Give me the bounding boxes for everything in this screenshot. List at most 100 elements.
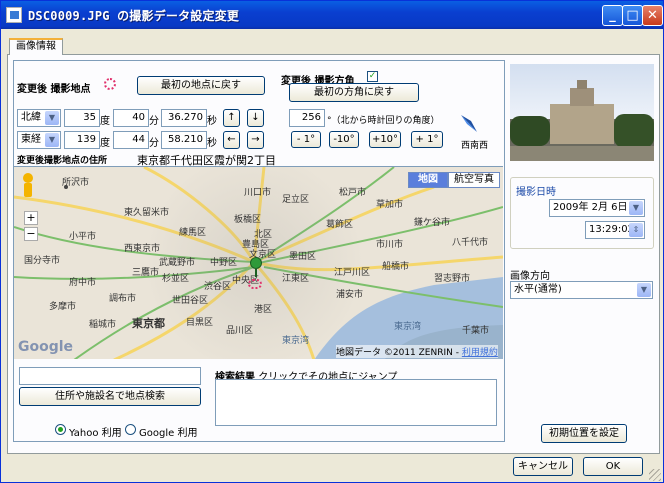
unit-sec-label: 秒	[207, 116, 217, 127]
direction-note: °（北から時計回りの角度）	[327, 116, 440, 126]
lat-min-field[interactable]: 40	[113, 109, 149, 127]
map-mode-tab[interactable]: 地図	[408, 172, 448, 188]
place-label: 足立区	[282, 195, 310, 205]
chevron-down-icon: ▼	[45, 111, 59, 125]
place-label: 江東区	[282, 274, 310, 284]
map-view[interactable]: 所沢市 東久留米市 小平市 国分寺市 府中市 多摩市 稲城市 調布市 三鷹市 武…	[14, 166, 503, 359]
place-label: 中野区	[210, 258, 238, 268]
minimize-button[interactable]: _	[602, 5, 623, 26]
place-label: 川口市	[244, 188, 272, 198]
search-input[interactable]	[19, 367, 201, 385]
place-label: 千葉市	[462, 326, 490, 336]
direction-plus1-button[interactable]: + 1°	[411, 131, 443, 148]
move-west-button[interactable]: ←	[223, 131, 240, 149]
sea-label: 東京湾	[282, 336, 310, 346]
lon-deg-field[interactable]: 139	[64, 131, 100, 149]
location-marker-icon[interactable]	[250, 257, 262, 277]
terms-link[interactable]: 利用規約	[462, 348, 498, 358]
photo-thumbnail	[510, 64, 654, 161]
lon-dir-select[interactable]: 東経 ▼	[17, 131, 61, 149]
set-initial-position-button[interactable]: 初期位置を設定	[541, 424, 627, 443]
yahoo-radio[interactable]	[55, 424, 66, 435]
direction-field[interactable]: 256	[289, 109, 325, 127]
place-label: 渋谷区	[204, 282, 232, 292]
date-picker[interactable]: 2009年 2月 6日 ▼	[549, 199, 645, 217]
place-label: 八千代市	[452, 238, 489, 248]
direction-minus10-button[interactable]: -10°	[329, 131, 359, 148]
lon-dir-value: 東経	[21, 134, 41, 145]
google-logo: Google	[18, 339, 74, 355]
direction-minus1-button[interactable]: - 1°	[291, 131, 321, 148]
reset-direction-button[interactable]: 最初の方角に戻す	[289, 83, 419, 102]
direction-plus10-button[interactable]: +10°	[369, 131, 401, 148]
place-label: 品川区	[226, 326, 254, 336]
copyright-text: 地図データ ©2011 ZENRIN	[336, 348, 453, 358]
place-label: 多摩市	[49, 302, 77, 312]
date-value: 2009年 2月 6日	[553, 202, 628, 213]
place-label: 調布市	[109, 294, 137, 304]
compass-label: 西南西	[461, 141, 489, 151]
pegman-icon[interactable]	[22, 173, 34, 201]
place-label: 稲城市	[89, 320, 117, 330]
ok-button[interactable]: OK	[583, 457, 643, 476]
target-icon	[104, 78, 116, 90]
place-label: 板橋区	[234, 215, 262, 225]
move-south-button[interactable]: ↓	[247, 109, 264, 127]
lat-deg-field[interactable]: 35	[64, 109, 100, 127]
compass-arrow-icon	[461, 115, 477, 132]
datetime-label: 撮影日時	[516, 187, 556, 198]
place-label: 目黒区	[186, 318, 214, 328]
lat-sec-field[interactable]: 36.270	[161, 109, 207, 127]
reset-location-button[interactable]: 最初の地点に戻す	[137, 76, 265, 95]
lon-sec-field[interactable]: 58.210	[161, 131, 207, 149]
unit-deg-label: 度	[100, 138, 110, 149]
place-label: 府中市	[69, 278, 97, 288]
place-label: 東久留米市	[124, 208, 170, 218]
search-button[interactable]: 住所や施設名で地点検索	[19, 387, 201, 406]
sea-label: 東京湾	[394, 322, 422, 332]
place-label: 浦安市	[336, 290, 364, 300]
unit-sec-label: 秒	[207, 138, 217, 149]
time-spinner[interactable]: 13:29:02 ⇕	[585, 221, 645, 239]
place-label: 草加市	[376, 200, 404, 210]
orientation-value: 水平(通常)	[514, 284, 562, 295]
zoom-in-button[interactable]: +	[24, 211, 38, 225]
orientation-label: 画像方向	[510, 271, 550, 282]
move-north-button[interactable]: ↑	[223, 109, 240, 127]
zoom-out-button[interactable]: −	[24, 227, 38, 241]
place-label: 武蔵野市	[159, 258, 196, 268]
place-label: 世田谷区	[172, 296, 209, 306]
unit-deg-label: 度	[100, 116, 110, 127]
close-button[interactable]: ✕	[642, 5, 663, 26]
lon-min-field[interactable]: 44	[113, 131, 149, 149]
cancel-button[interactable]: キャンセル	[513, 457, 573, 476]
lat-dir-select[interactable]: 北緯 ▼	[17, 109, 61, 127]
place-label: 港区	[254, 305, 273, 315]
chevron-down-icon: ▼	[45, 133, 59, 147]
resize-grip[interactable]	[649, 469, 661, 481]
place-label: 墨田区	[289, 252, 317, 262]
map-copyright: 地図データ ©2011 ZENRIN - 利用規約	[336, 345, 498, 358]
spin-icon: ⇕	[629, 223, 643, 237]
place-label: 東京都	[132, 317, 165, 330]
place-label: 市川市	[376, 240, 404, 250]
title-bar[interactable]: DSC0009.JPG の撮影データ設定変更 _ □ ✕	[1, 1, 663, 29]
place-label: 松戸市	[339, 188, 367, 198]
place-label: 習志野市	[434, 274, 471, 284]
place-label: 杉並区	[162, 274, 190, 284]
place-label: 葛飾区	[326, 220, 354, 230]
search-results-list[interactable]	[215, 379, 497, 426]
chevron-down-icon: ▼	[637, 283, 651, 297]
tab-image-info[interactable]: 画像情報	[9, 38, 63, 55]
place-label: 鎌ケ谷市	[414, 218, 451, 228]
orientation-select[interactable]: 水平(通常) ▼	[510, 281, 653, 299]
lat-dir-value: 北緯	[21, 112, 41, 123]
direction-checkbox[interactable]: ✓	[367, 71, 378, 82]
place-label: 船橋市	[382, 262, 410, 272]
location-header: 変更後 撮影地点	[17, 84, 91, 95]
move-east-button[interactable]: →	[247, 131, 264, 149]
maximize-button[interactable]: □	[622, 5, 643, 26]
original-point-icon	[248, 279, 262, 289]
google-radio[interactable]	[125, 424, 136, 435]
satellite-mode-tab[interactable]: 航空写真	[448, 172, 500, 188]
